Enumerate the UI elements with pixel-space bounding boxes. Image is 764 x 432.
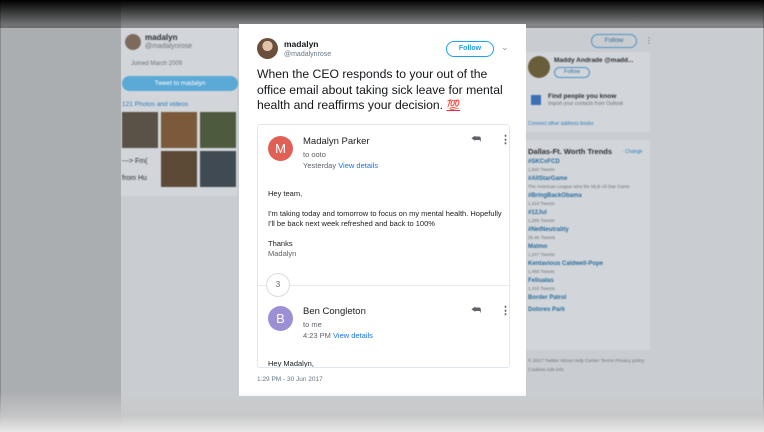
background-trend-item[interactable]: #AllStarGame	[528, 176, 567, 182]
hundred-points-emoji: 💯	[446, 100, 461, 112]
background-profile-name: madalyn	[145, 33, 178, 42]
email-body: Hey Madalyn,	[268, 359, 504, 368]
background-photo-thumb[interactable]	[161, 151, 197, 187]
email-screenshot[interactable]: M Madalyn Parker to ooto Yesterday View …	[257, 124, 510, 368]
sender-name: Madalyn Parker	[303, 136, 370, 147]
background-trends-change-link[interactable]: · Change	[622, 149, 643, 155]
reply-all-icon: ⮪	[471, 304, 482, 316]
background-photo-thumb[interactable]	[200, 112, 236, 148]
background-trend-subtext: 1,424 Tweets	[528, 201, 555, 206]
more-vert-icon: ⋮	[500, 305, 510, 317]
background-trend-item[interactable]: #12Jul	[528, 210, 547, 216]
background-avatar	[125, 34, 141, 50]
tweet-text-body: When the CEO responds to your out of the…	[257, 67, 503, 112]
background-tweet-to-button[interactable]: Tweet to madalyn	[122, 76, 238, 91]
tweet-timestamp[interactable]: 1:29 PM - 30 Jun 2017	[257, 376, 323, 383]
background-joined-date: Joined March 2009	[131, 61, 183, 67]
background-trend-item[interactable]: Dolores Park	[528, 307, 565, 313]
background-photo-thumb[interactable]	[122, 112, 158, 148]
background-photos-link[interactable]: 121 Photos and videos	[122, 101, 188, 108]
tweet-author-handle[interactable]: @madalynrose	[284, 51, 331, 58]
background-trend-subtext: 1,247 Tweets	[528, 252, 555, 257]
background-trends-title: Dallas-Ft. Worth Trends	[528, 147, 613, 156]
background-follow-button[interactable]: Follow	[591, 34, 637, 48]
reply-all-icon: ⮪	[471, 133, 482, 145]
email-greeting: Hey team,	[268, 189, 303, 198]
background-trend-subtext: 1,840 Tweets	[528, 167, 555, 172]
background-profile-handle: @madalynrose	[145, 43, 193, 50]
overlay-dim	[0, 0, 121, 432]
background-trend-item[interactable]: Feliualas	[528, 278, 554, 284]
background-suggested-avatar[interactable]	[528, 56, 550, 78]
email-signoff: Thanks	[268, 238, 293, 248]
background-footer-links: © 2017 Twitter About Help Center Terms P…	[528, 359, 645, 373]
outlook-icon	[531, 95, 541, 105]
avatar[interactable]	[257, 38, 278, 59]
divider	[258, 285, 509, 286]
background-find-people-title[interactable]: Find people you know	[548, 93, 616, 100]
background-find-people-sub: Import your contacts from Outlook	[548, 101, 624, 107]
sender-avatar: M	[268, 136, 293, 161]
view-details-link: View details	[333, 331, 373, 340]
email-greeting: Hey Madalyn,	[268, 359, 314, 368]
email-text: I'm taking today and tomorrow to focus o…	[268, 208, 502, 229]
background-photo-thumb[interactable]	[161, 112, 197, 148]
overlay-vignette-bottom	[0, 392, 764, 432]
background-trend-subtext: 1,468 Tweets	[528, 269, 555, 274]
tweet-modal: madalyn @madalynrose Follow ⌄ When the C…	[239, 24, 526, 396]
email-body: Hey team, I'm taking today and tomorrow …	[268, 189, 504, 260]
background-sidebar-text: ---> Fm(	[122, 158, 148, 165]
recipient-line: to me	[303, 320, 322, 329]
sender-avatar: B	[268, 306, 293, 331]
background-trend-item[interactable]: #NetNeutrality	[528, 227, 569, 233]
tweet-author-name[interactable]: madalyn	[284, 39, 319, 49]
background-connect-link[interactable]: Connect other address books	[528, 121, 593, 127]
sender-name: Ben Congleton	[303, 306, 366, 317]
tweet-text: When the CEO responds to your out of the…	[257, 67, 517, 115]
background-photo-thumb[interactable]	[200, 151, 236, 187]
background-trend-item[interactable]: Kentavious Caldwell-Pope	[528, 261, 603, 267]
email-date: 4:23 PM	[303, 331, 331, 340]
background-trend-subtext: 1,316 Tweets	[528, 286, 555, 291]
background-trend-item[interactable]: #SKCvFCD	[528, 159, 560, 165]
email-signature: Madalyn	[268, 249, 297, 258]
background-suggested-follow-button[interactable]: Follow	[554, 67, 590, 78]
chevron-down-icon[interactable]: ⌄	[501, 42, 509, 53]
background-trend-subtext: The American League wins the MLB All-Sta…	[528, 184, 630, 189]
view-details-link: View details	[338, 161, 379, 170]
background-trend-item[interactable]: #BringBackObama	[528, 193, 582, 199]
follow-button[interactable]: Follow	[446, 41, 494, 57]
background-suggested-name[interactable]: Maddy Andrade @madd...	[554, 57, 633, 64]
background-trend-item[interactable]: Matmo	[528, 244, 547, 250]
more-vert-icon: ⋮	[500, 134, 510, 146]
background-trend-subtext: 25.4K Tweets	[528, 235, 556, 240]
recipient-line: to ooto	[303, 150, 326, 159]
collapsed-count-badge: 3	[266, 273, 290, 297]
background-trend-subtext: 1,285 Tweets	[528, 218, 555, 223]
background-trend-item[interactable]: Border Patrol	[528, 295, 566, 301]
more-options-icon[interactable]: ⋮	[645, 36, 653, 45]
email-date: Yesterday	[303, 161, 337, 170]
background-sidebar-text: from Hu	[122, 175, 147, 182]
